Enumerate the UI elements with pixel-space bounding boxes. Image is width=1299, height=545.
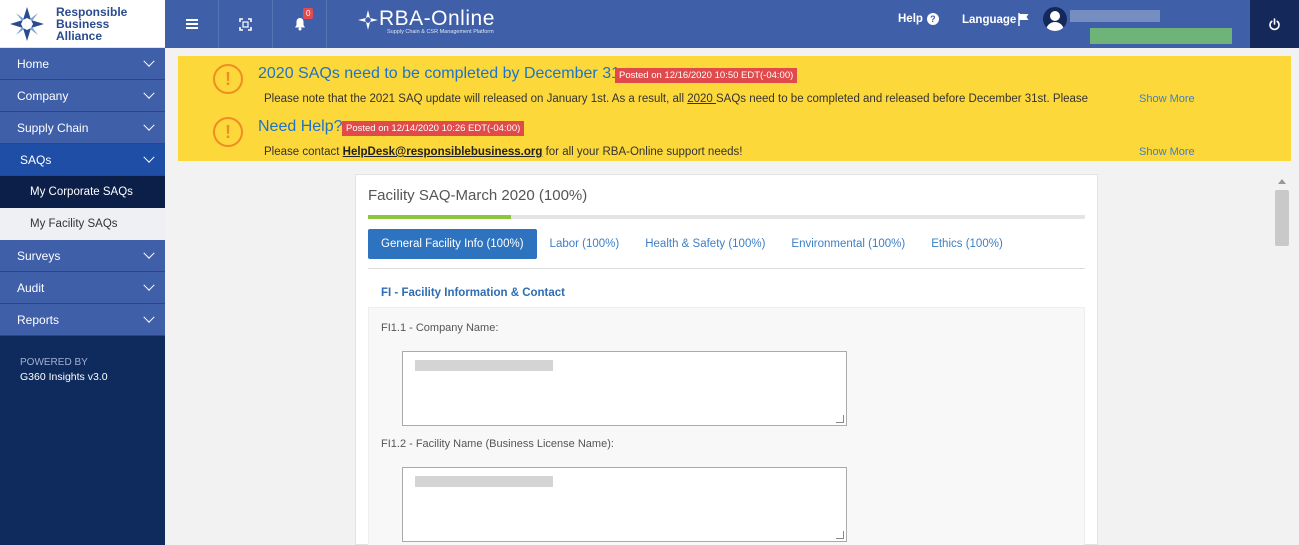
scrollbar-thumb[interactable] [1275, 190, 1289, 246]
sidebar-item-label: Surveys [17, 248, 61, 263]
company-name-field[interactable] [402, 351, 847, 426]
sidebar-item-surveys[interactable]: Surveys [0, 240, 165, 272]
saq-tabs: General Facility Info (100%) Labor (100%… [368, 229, 1085, 269]
sidebar-item-label: SAQs [20, 152, 52, 167]
sidebar-item-saqs[interactable]: SAQs [0, 144, 165, 176]
notice-title: 2020 SAQs need to be completed by Decemb… [258, 65, 637, 82]
section-title: FI - Facility Information & Contact [381, 287, 566, 299]
saq-card: Facility SAQ-March 2020 (100%) General F… [355, 174, 1098, 545]
redacted-value [415, 360, 553, 371]
saq-title: Facility SAQ-March 2020 (100%) [368, 187, 588, 204]
user-name-redacted[interactable] [1070, 10, 1160, 22]
show-more-link[interactable]: Show More [1139, 93, 1195, 105]
user-org-redacted [1090, 28, 1232, 44]
facility-name-field[interactable] [402, 467, 847, 542]
sidebar: Responsible Business Alliance Home Compa… [0, 0, 165, 545]
user-avatar-icon[interactable] [1043, 7, 1067, 31]
show-more-link[interactable]: Show More [1139, 146, 1195, 158]
notice-body: Please contact HelpDesk@responsiblebusin… [264, 146, 743, 158]
sidebar-item-label: Home [17, 56, 50, 71]
helpdesk-email-link[interactable]: HelpDesk@responsiblebusiness.org [343, 146, 543, 158]
chevron-down-icon [143, 151, 155, 163]
tab-labor[interactable]: Labor (100%) [537, 229, 633, 259]
notice-title: Need Help? [258, 118, 343, 135]
sidebar-item-label: Company [17, 88, 69, 103]
chevron-down-icon [143, 279, 155, 291]
scroll-up-arrow-icon[interactable] [1278, 179, 1286, 184]
question-circle-icon: ? [926, 13, 939, 25]
help-button[interactable]: Help ? [898, 13, 939, 25]
notice-posted-date: Posted on 12/14/2020 10:26 EDT(-04:00) [342, 121, 525, 136]
sidebar-item-label: Supply Chain [17, 120, 89, 135]
notice-body: Please note that the 2021 SAQ update wil… [264, 93, 1089, 105]
rba-online-logo-icon [358, 10, 378, 30]
tab-general-facility-info[interactable]: General Facility Info (100%) [368, 229, 537, 259]
logout-button[interactable] [1250, 0, 1299, 48]
top-bar: 0 RBA-Online Supply Chain & CSR Manageme… [165, 0, 1299, 48]
notice-posted-date: Posted on 12/16/2020 10:50 EDT(-04:00) [615, 68, 798, 83]
hamburger-icon[interactable] [165, 0, 219, 48]
chevron-down-icon [143, 311, 155, 323]
tab-environmental[interactable]: Environmental (100%) [778, 229, 918, 259]
notifications-button[interactable]: 0 [273, 0, 327, 48]
tab-ethics[interactable]: Ethics (100%) [918, 229, 1016, 259]
language-button[interactable]: Language [962, 13, 1030, 26]
bell-icon [294, 18, 305, 31]
notification-count-badge: 0 [303, 8, 314, 19]
sidebar-subitem-facility-saqs[interactable]: My Facility SAQs [0, 208, 165, 240]
fields-panel: FI1.1 - Company Name: FI1.2 - Facility N… [368, 307, 1085, 545]
sidebar-item-supply-chain[interactable]: Supply Chain [0, 112, 165, 144]
redacted-value [415, 476, 553, 487]
exclamation-circle-icon: ! [213, 117, 243, 147]
field-label-company-name: FI1.1 - Company Name: [381, 322, 499, 334]
sidebar-item-home[interactable]: Home [0, 48, 165, 80]
sidebar-item-company[interactable]: Company [0, 80, 165, 112]
app-name: RBA-Online [379, 7, 495, 30]
sidebar-item-reports[interactable]: Reports [0, 304, 165, 336]
saq-progress-fill [368, 215, 512, 219]
resize-handle[interactable] [836, 531, 844, 539]
flag-icon [1018, 13, 1029, 26]
sidebar-item-label: Audit [17, 280, 45, 295]
chevron-down-icon [143, 247, 155, 259]
power-icon [1269, 17, 1280, 30]
powered-by: POWERED BY G360 Insights v3.0 [20, 357, 108, 383]
exclamation-circle-icon: ! [213, 64, 243, 94]
app-brand[interactable]: RBA-Online Supply Chain & CSR Management… [357, 7, 495, 35]
chevron-down-icon [143, 55, 155, 67]
sidebar-item-label: Reports [17, 312, 60, 327]
rba-logo[interactable]: Responsible Business Alliance [0, 0, 165, 48]
field-label-facility-name: FI1.2 - Facility Name (Business License … [381, 438, 614, 450]
sidebar-item-audit[interactable]: Audit [0, 272, 165, 304]
rba-compass-icon [8, 5, 46, 43]
tab-health-safety[interactable]: Health & Safety (100%) [632, 229, 778, 259]
chevron-down-icon [143, 119, 155, 131]
app-tagline: Supply Chain & CSR Management Platform [387, 29, 494, 35]
expand-icon[interactable] [219, 0, 273, 48]
announcement-banner: ! 2020 SAQs need to be completed by Dece… [178, 56, 1291, 161]
saq-progress-bar [368, 215, 1085, 219]
resize-handle[interactable] [836, 415, 844, 423]
sidebar-subitem-corporate-saqs[interactable]: My Corporate SAQs [0, 176, 165, 208]
chevron-down-icon [143, 87, 155, 99]
logo-text: Responsible Business Alliance [56, 4, 128, 43]
